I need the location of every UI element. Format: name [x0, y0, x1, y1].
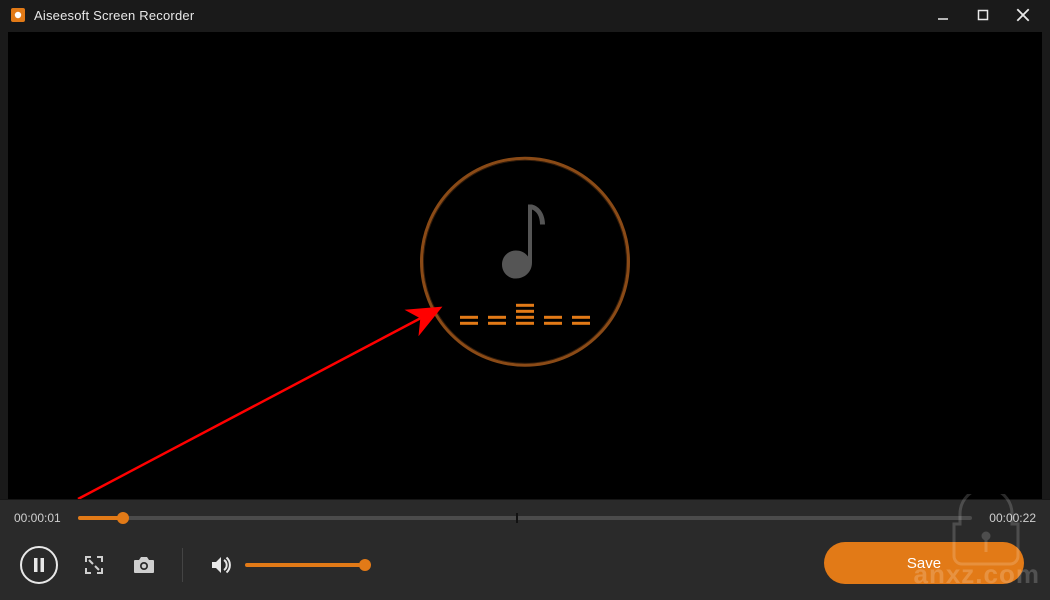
divider: [182, 548, 183, 582]
pause-button[interactable]: [20, 546, 58, 584]
save-button[interactable]: Save: [824, 542, 1024, 584]
controls-bar: 00:00:01 00:00:22: [0, 499, 1050, 600]
window-controls: [930, 0, 1046, 30]
titlebar: Aiseesoft Screen Recorder: [0, 0, 1050, 30]
preview-area: [8, 32, 1042, 499]
volume-slider[interactable]: [245, 558, 365, 572]
total-time: 00:00:22: [982, 511, 1036, 525]
audio-visualizer: [420, 156, 630, 366]
close-button[interactable]: [1010, 2, 1036, 28]
save-button-label: Save: [907, 555, 941, 572]
music-note-icon: [490, 196, 560, 291]
buttons-row: Save: [0, 536, 1050, 600]
maximize-button[interactable]: [970, 2, 996, 28]
snapshot-button[interactable]: [130, 551, 158, 579]
seek-row: 00:00:01 00:00:22: [0, 500, 1050, 536]
app-icon: [10, 7, 26, 23]
volume-icon[interactable]: [207, 551, 235, 579]
equalizer-bars: [460, 300, 590, 324]
app-title: Aiseesoft Screen Recorder: [34, 8, 194, 23]
app-window: Aiseesoft Screen Recorder: [0, 0, 1050, 600]
volume-control: [207, 551, 365, 579]
current-time: 00:00:01: [14, 511, 68, 525]
minimize-button[interactable]: [930, 2, 956, 28]
seek-slider[interactable]: [78, 511, 972, 525]
fullscreen-button[interactable]: [80, 551, 108, 579]
